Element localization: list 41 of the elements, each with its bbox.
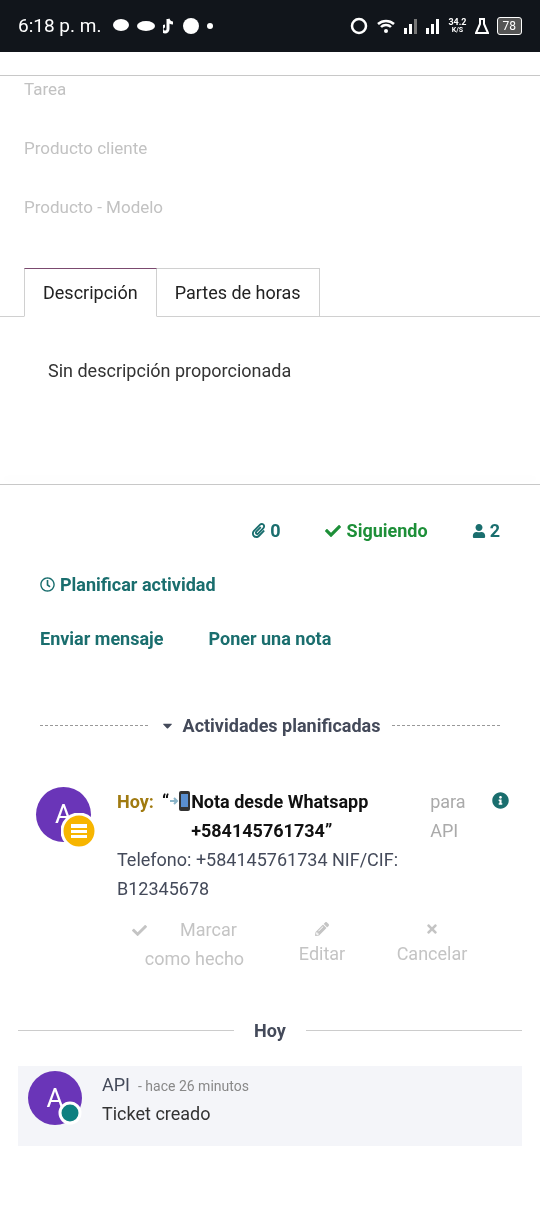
assignee-prefix: para <box>430 790 467 814</box>
log-note-button[interactable]: Poner una nota <box>208 625 332 652</box>
user-icon <box>471 523 486 538</box>
close-icon <box>425 922 439 936</box>
followers-button[interactable]: 2 <box>471 517 500 544</box>
info-icon[interactable] <box>492 792 510 809</box>
music-note-icon <box>163 18 176 34</box>
activity-title: Nota desde Whatsapp +584145761734” <box>191 790 370 843</box>
check-icon <box>324 522 341 539</box>
clock: 6:18 p. m. <box>18 12 102 39</box>
signal-icon <box>426 18 441 34</box>
paperclip-icon <box>251 523 267 538</box>
check-icon <box>132 923 147 938</box>
send-message-button[interactable]: Enviar mensaje <box>40 625 164 652</box>
field-label: Producto - Modelo <box>24 196 165 219</box>
signal-icon <box>404 18 419 34</box>
description-text: Sin descripción proporcionada <box>47 359 293 383</box>
clock-icon <box>40 577 55 592</box>
quote-mark: “ <box>161 790 170 814</box>
network-speed: 34.2 <box>448 18 467 27</box>
message-time: - hace 26 minutos <box>138 1077 249 1096</box>
tab[interactable]: Partes de horas <box>156 268 320 317</box>
date-separator: Hoy <box>254 1019 286 1043</box>
message-body: Ticket creado <box>102 1102 212 1126</box>
following-button[interactable]: Siguiendo <box>324 517 428 544</box>
phone-arrow-icon <box>169 790 192 812</box>
wifi-icon <box>376 19 397 33</box>
attachments-button[interactable]: 0 <box>251 517 281 544</box>
pencil-icon <box>315 922 329 936</box>
tab[interactable]: Descripción <box>24 268 157 317</box>
field-label: Tarea <box>24 78 68 101</box>
assignee: API <box>430 819 460 843</box>
message-author: API <box>102 1073 130 1097</box>
activity-note: Telefono: +584145761734 NIF/CIF: B12345678 <box>117 848 399 901</box>
dot-icon <box>207 23 214 29</box>
due-label: Hoy: <box>117 790 154 814</box>
field-label: Producto cliente <box>24 137 149 160</box>
activities-toggle[interactable]: Actividades planificadas <box>159 712 381 739</box>
schedule-activity-link[interactable]: Planificar actividad <box>40 571 216 598</box>
battery-level: 78 <box>496 17 522 35</box>
flask-icon <box>474 18 489 34</box>
